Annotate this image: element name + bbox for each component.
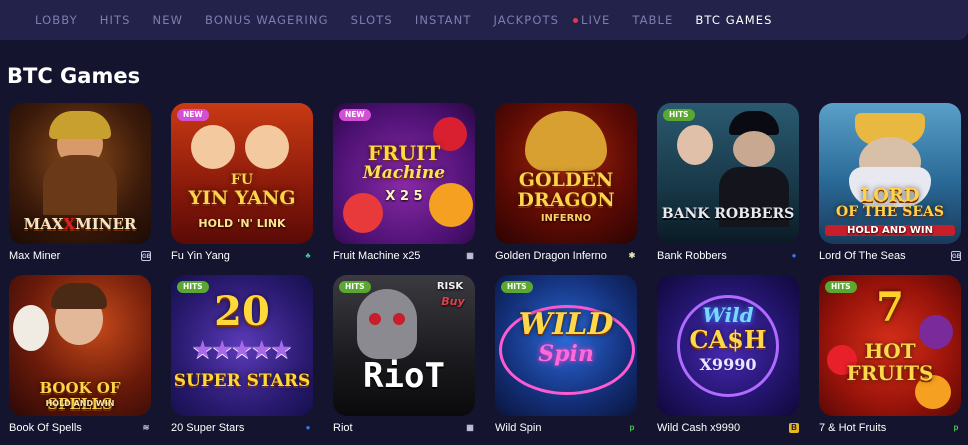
provider-gb-icon: GB [951,251,961,261]
red-eye-icon [369,313,381,325]
game-card-wild-cash[interactable]: Wild CA$H X9990 Wild Cash x9990 B [657,275,801,434]
game-name: Riot [333,422,353,434]
game-card-max-miner[interactable]: MAXXMINER Max Miner GB [9,103,153,262]
game-thumbnail[interactable]: HITS WILD Spin [495,275,637,416]
nav-slots[interactable]: SLOTS [351,13,393,27]
game-card-book-of-spells[interactable]: BOOK OF SPELLS HOLD AND WIN Book Of Spel… [9,275,153,434]
helmet-icon [49,111,111,139]
beard-icon [43,155,117,215]
game-name: Golden Dragon Inferno [495,250,607,262]
stars-icon: ★★★★★ [192,337,292,363]
p-icon: p [629,423,635,432]
game-thumbnail[interactable]: HITS RISK Buy RioT [333,275,475,416]
bee-icon: ✱ [628,251,636,260]
game-thumbnail[interactable]: NEW FRUIT Machine X 2 5 [333,103,475,244]
provider-gb-icon: GB [141,251,151,261]
man-face-icon [733,131,775,167]
page-title: BTC Games [7,64,141,88]
nav-jackpots[interactable]: JACKPOTS [493,13,559,27]
game-card-bank-robbers[interactable]: HITS BANK ROBBERS Bank Robbers ● [657,103,801,262]
game-thumbnail[interactable]: HITS BANK ROBBERS [657,103,799,244]
live-dot-icon [573,17,579,23]
p-icon: p [953,423,959,432]
game-thumbnail[interactable]: MAXXMINER [9,103,151,244]
bolt-icon: ≋ [142,423,150,432]
game-name: 7 & Hot Fruits [819,422,887,434]
owl-icon [13,305,49,351]
game-card-golden-dragon-inferno[interactable]: GOLDEN DRAGON INFERNO Golden Dragon Infe… [495,103,639,262]
nav-live-label: LIVE [581,13,611,27]
game-name: Wild Cash x9990 [657,422,741,434]
nav-table[interactable]: TABLE [632,13,673,27]
game-thumbnail[interactable]: BOOK OF SPELLS HOLD AND WIN [9,275,151,416]
red-eye-icon [393,313,405,325]
game-name: Book Of Spells [9,422,82,434]
game-name: Lord Of The Seas [819,250,906,262]
top-nav: LOBBY HITS NEW BONUS WAGERING SLOTS INST… [0,0,968,40]
game-card-20-super-stars[interactable]: HITS 20 ★★★★★ SUPER STARS 20 Super Stars… [171,275,315,434]
green-leaf-icon: ♣ [305,251,311,260]
game-name: Fruit Machine x25 [333,250,421,262]
game-card-fruit-machine[interactable]: NEW FRUIT Machine X 2 5 Fruit Machine x2… [333,103,477,262]
game-card-wild-spin[interactable]: HITS WILD Spin Wild Spin p [495,275,639,434]
badge-new: NEW [339,109,371,121]
woman-face-icon [677,125,713,165]
nav-bonus-wagering[interactable]: BONUS WAGERING [205,13,329,27]
hair-icon [51,283,107,309]
game-name: Fu Yin Yang [171,250,230,262]
badge-hits: HITS [339,281,371,293]
game-name: Max Miner [9,250,61,262]
game-thumbnail[interactable]: HITS 20 ★★★★★ SUPER STARS [171,275,313,416]
game-name: 20 Super Stars [171,422,245,434]
badge-hits: HITS [501,281,533,293]
game-card-fu-yin-yang[interactable]: NEW FU YIN YANG HOLD 'N' LINK Fu Yin Yan… [171,103,315,262]
qr-icon: ▦ [466,423,474,432]
child-face-icon [245,125,289,169]
game-card-7-hot-fruits[interactable]: HITS 7 HOT FRUITS 7 & Hot Fruits p [819,275,963,434]
badge-hits: HITS [663,109,695,121]
game-thumbnail[interactable]: NEW FU YIN YANG HOLD 'N' LINK [171,103,313,244]
b-icon: B [789,423,799,433]
game-thumbnail[interactable]: Wild CA$H X9990 [657,275,799,416]
blue-drop-icon: ● [305,423,311,432]
game-card-riot[interactable]: HITS RISK Buy RioT Riot ▦ [333,275,477,434]
nav-live[interactable]: LIVE [573,13,610,27]
game-thumbnail[interactable]: GOLDEN DRAGON INFERNO [495,103,637,244]
badge-new: NEW [177,109,209,121]
child-face-icon [191,125,235,169]
nav-lobby[interactable]: LOBBY [35,13,78,27]
blue-drop-icon: ● [791,251,797,260]
nav-hits[interactable]: HITS [100,13,131,27]
nav-new[interactable]: NEW [153,13,184,27]
qr-icon: ▦ [466,251,474,260]
game-thumbnail[interactable]: LORD OF THE SEAS HOLD AND WIN [819,103,961,244]
skull-mask-icon [357,289,417,359]
game-name: Bank Robbers [657,250,727,262]
game-card-lord-of-the-seas[interactable]: LORD OF THE SEAS HOLD AND WIN Lord Of Th… [819,103,963,262]
game-name: Wild Spin [495,422,542,434]
nav-instant[interactable]: INSTANT [415,13,472,27]
nav-btc-games[interactable]: BTC GAMES [695,13,772,27]
game-thumbnail[interactable]: HITS 7 HOT FRUITS [819,275,961,416]
